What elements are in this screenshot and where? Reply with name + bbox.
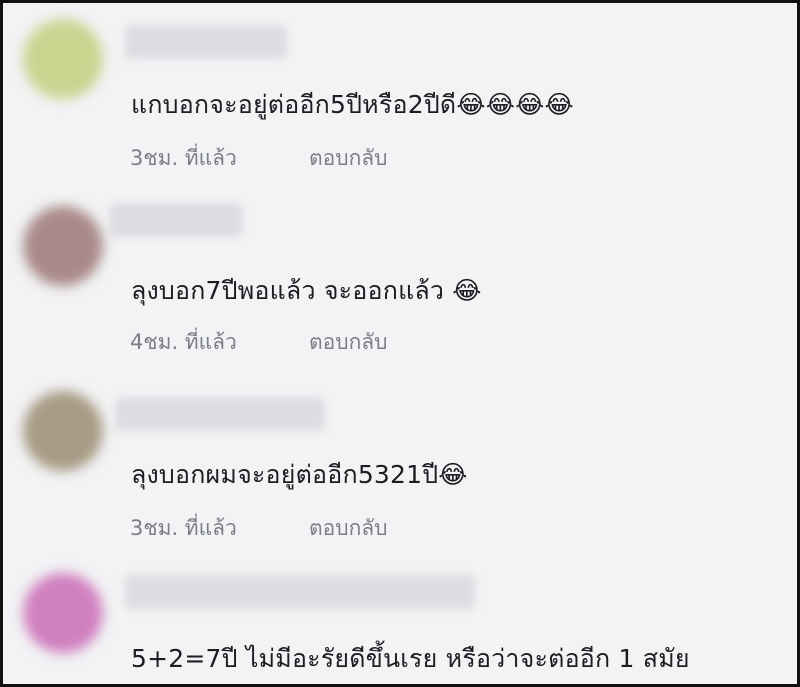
commenter-name[interactable] bbox=[125, 575, 475, 609]
reply-button[interactable]: ตอบกลับ bbox=[309, 326, 388, 359]
avatar[interactable] bbox=[23, 19, 103, 99]
comment-text: ลุงบอกผมจะอยู่ต่ออีก5321ปี😂 bbox=[131, 460, 468, 489]
commenter-name[interactable] bbox=[109, 203, 243, 237]
comment-text: ลุงบอก7ปีพอแล้ว จะออกแล้ว 😂 bbox=[131, 276, 482, 305]
comment-text: แกบอกจะอยู่ต่ออีก5ปีหรือ2ปีดี😂😂😂😂 bbox=[131, 90, 574, 119]
avatar[interactable] bbox=[23, 573, 103, 653]
comment-timestamp: 4ชม. ที่แล้ว bbox=[130, 330, 237, 354]
avatar[interactable] bbox=[23, 206, 103, 286]
comment-text: 5+2=7ปี ไม่มีอะรัยดีขึ้นเรย หรือว่าจะต่อ… bbox=[131, 644, 690, 673]
reply-button[interactable]: ตอบกลับ bbox=[309, 142, 388, 175]
comments-panel: แกบอกจะอยู่ต่ออีก5ปีหรือ2ปีดี😂😂😂😂 3ชม. ท… bbox=[0, 0, 800, 687]
reply-button[interactable]: ตอบกลับ bbox=[309, 512, 388, 545]
commenter-name[interactable] bbox=[115, 397, 325, 431]
commenter-name[interactable] bbox=[125, 25, 287, 59]
comment-timestamp: 3ชม. ที่แล้ว bbox=[130, 516, 237, 540]
comment-timestamp: 3ชม. ที่แล้ว bbox=[130, 146, 237, 170]
avatar[interactable] bbox=[23, 391, 103, 471]
